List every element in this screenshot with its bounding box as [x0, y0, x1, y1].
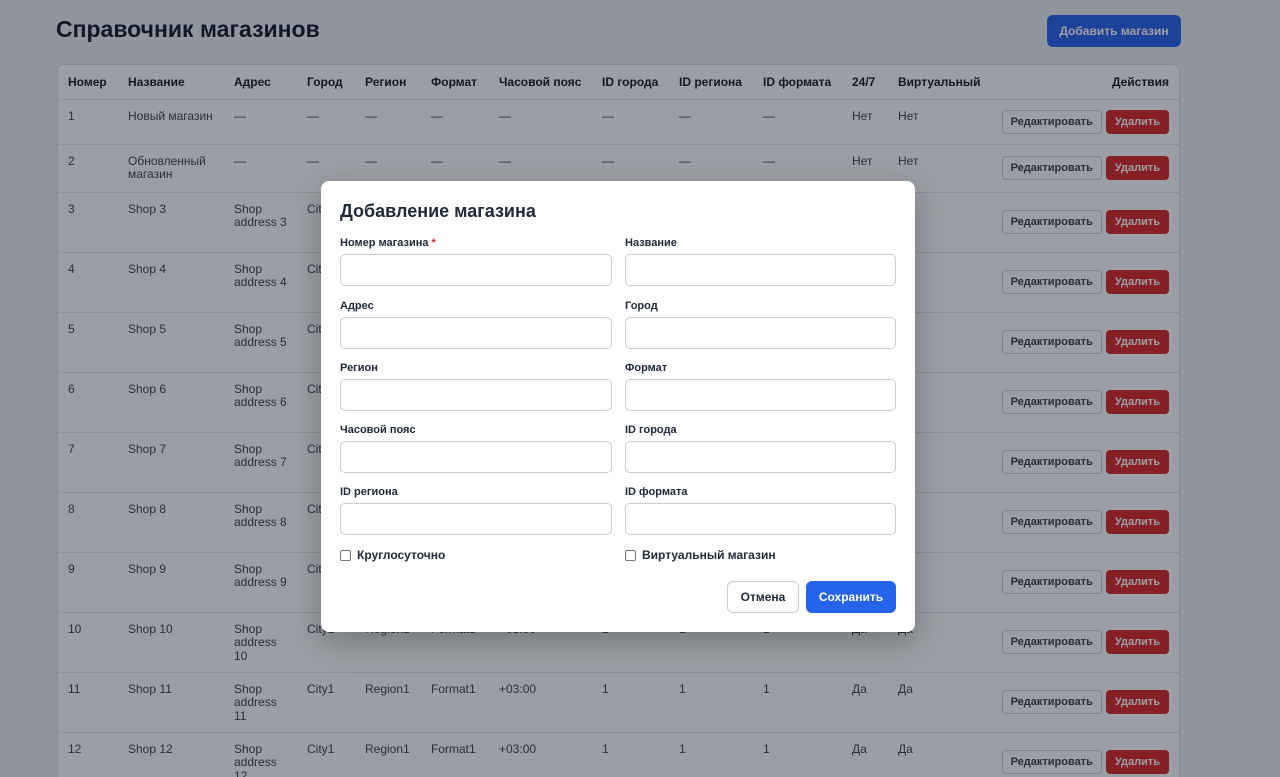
format-id-input[interactable]	[625, 503, 896, 535]
format-id-label: ID формата	[625, 486, 688, 498]
region-input[interactable]	[340, 379, 612, 411]
round-the-clock-checkbox[interactable]	[340, 549, 351, 561]
timezone-label: Часовой пояс	[340, 424, 416, 436]
region-id-label: ID региона	[340, 486, 398, 498]
address-label: Адрес	[340, 300, 374, 312]
save-button[interactable]: Сохранить	[806, 581, 896, 613]
add-store-dialog: Добавление магазина Номер магазина * Наз…	[321, 181, 915, 632]
city-input[interactable]	[625, 317, 896, 349]
address-input[interactable]	[340, 317, 612, 349]
round-the-clock-label: Круглосуточно	[357, 548, 446, 562]
store-number-input[interactable]	[340, 254, 612, 286]
round-the-clock-checkbox-row[interactable]: Круглосуточно	[340, 548, 445, 562]
city-id-input[interactable]	[625, 441, 896, 473]
timezone-input[interactable]	[340, 441, 612, 473]
store-name-label: Название	[625, 237, 677, 249]
virtual-store-checkbox-row[interactable]: Виртуальный магазин	[625, 548, 776, 562]
required-mark: *	[431, 237, 436, 249]
store-number-label: Номер магазина *	[340, 237, 436, 249]
virtual-store-checkbox[interactable]	[625, 549, 636, 561]
city-id-label: ID города	[625, 424, 677, 436]
region-label: Регион	[340, 362, 378, 374]
region-id-input[interactable]	[340, 503, 612, 535]
dialog-title: Добавление магазина	[340, 201, 536, 221]
store-name-input[interactable]	[625, 254, 896, 286]
cancel-button[interactable]: Отмена	[727, 581, 799, 613]
format-input[interactable]	[625, 379, 896, 411]
virtual-store-label: Виртуальный магазин	[642, 548, 776, 562]
format-label: Формат	[625, 362, 668, 374]
store-number-label-text: Номер магазина	[340, 237, 429, 249]
city-label: Город	[625, 300, 658, 312]
